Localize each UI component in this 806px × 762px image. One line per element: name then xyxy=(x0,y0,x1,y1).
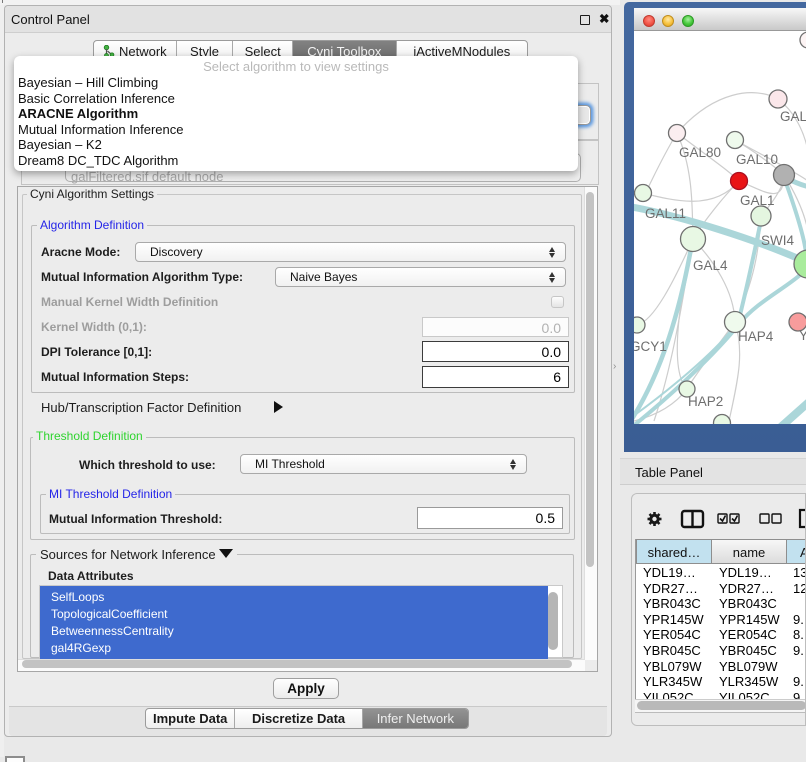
svg-text:GAL1: GAL1 xyxy=(740,193,775,208)
svg-text:HAP2: HAP2 xyxy=(688,394,723,409)
svg-text:GAL11: GAL11 xyxy=(645,206,686,221)
svg-text:GAL10: GAL10 xyxy=(736,152,778,167)
svg-text:GCY1: GCY1 xyxy=(634,339,667,354)
svg-text:Y: Y xyxy=(799,328,806,343)
svg-text:GAL4: GAL4 xyxy=(693,258,728,273)
svg-text:GAL2: GAL2 xyxy=(780,109,806,124)
svg-text:HAP4: HAP4 xyxy=(738,329,774,344)
svg-text:GAL80: GAL80 xyxy=(679,145,721,160)
svg-text:SWI4: SWI4 xyxy=(761,233,794,248)
